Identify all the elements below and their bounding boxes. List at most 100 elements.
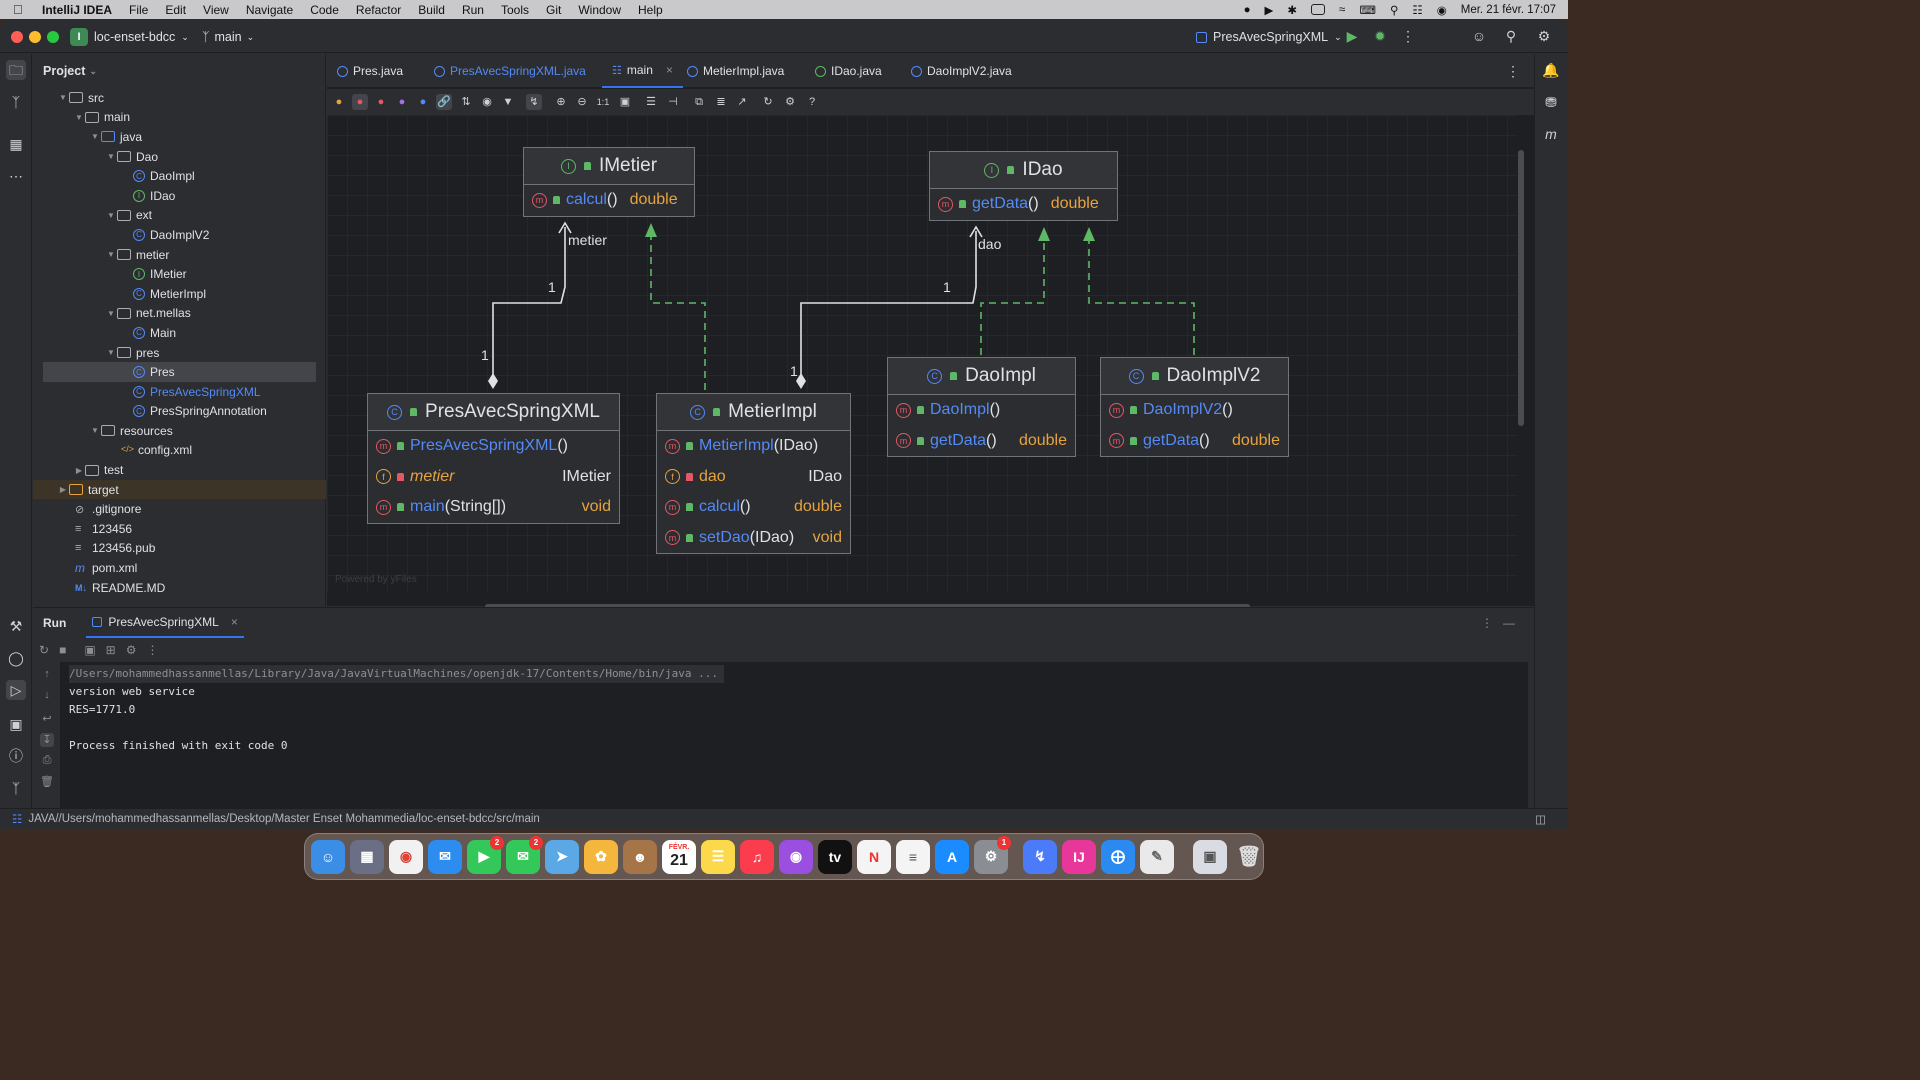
menu-window[interactable]: Window [578, 3, 621, 17]
menu-build[interactable]: Build [418, 3, 445, 17]
node-member-row[interactable]: m MetierImpl (IDao) [657, 431, 850, 462]
tab-metierimpl-java[interactable]: MetierImpl.java [687, 54, 784, 88]
chevron-down-icon[interactable]: ▼ [105, 348, 117, 357]
minimize-window-button[interactable] [29, 31, 41, 43]
close-tab-icon[interactable]: × [231, 615, 238, 629]
tree-item-resources[interactable]: ▼ resources [33, 421, 326, 441]
tree-item-pres[interactable]: ▼ pres [33, 343, 326, 363]
close-tab-icon[interactable]: × [666, 63, 673, 77]
edge-metierimpl-realizes-imetier[interactable] [650, 227, 706, 390]
tree-item-java[interactable]: ▼ java [33, 127, 326, 147]
more-tools-icon[interactable]: ⋯ [6, 166, 26, 186]
more-options-icon[interactable]: ⋮ [146, 643, 158, 657]
layout-hierarchic-icon[interactable]: ☰ [643, 94, 659, 110]
edge-mode-icon[interactable]: ↯ [526, 94, 542, 110]
textedit-icon[interactable]: ✎ [1140, 839, 1174, 874]
battery-icon[interactable] [1311, 4, 1326, 15]
wrap-icon[interactable]: ≣ [713, 94, 729, 110]
inner-classes-filter-icon[interactable]: ● [415, 94, 431, 110]
maps-icon[interactable]: ➤ [545, 839, 579, 874]
console-output[interactable]: /Users/mohammedhassanmellas/Library/Java… [60, 662, 1528, 809]
status-path[interactable]: JAVA//Users/mohammedhassanmellas/Desktop… [28, 813, 540, 825]
chevron-down-icon[interactable]: ▼ [105, 152, 117, 161]
wifi-icon[interactable]: ≈ [1339, 4, 1345, 16]
methods-filter-icon[interactable]: ● [373, 94, 389, 110]
photos-icon[interactable]: ✿ [584, 839, 618, 874]
node-member-row[interactable]: m DaoImplV2() [1101, 395, 1288, 426]
node-member-row[interactable]: m calcul() double [524, 185, 694, 216]
mail-icon[interactable]: ✉ [428, 839, 462, 874]
node-member-row[interactable]: m setDao (IDao) void [657, 523, 850, 554]
stop-icon[interactable]: ■ [59, 643, 66, 657]
safari-icon[interactable]: ⨁ [1101, 839, 1135, 874]
siri-icon[interactable]: ◉ [1437, 3, 1447, 17]
constructors-filter-icon[interactable]: ● [352, 94, 368, 110]
node-member-row[interactable]: m getData() double [930, 189, 1117, 220]
menu-code[interactable]: Code [310, 3, 339, 17]
database-icon[interactable]: ⛃ [1541, 92, 1561, 112]
tree-item-presspringannotation[interactable]: C PresSpringAnnotation [33, 402, 326, 422]
tab-presavecspringxml-java[interactable]: PresAvecSpringXML.java [434, 54, 586, 88]
menu-refactor[interactable]: Refactor [356, 3, 401, 17]
diagram-settings-gear-icon[interactable]: ⚙ [782, 94, 798, 110]
edge-daoimplv2-realizes-idao[interactable] [1088, 231, 1195, 355]
tree-item-main-class[interactable]: C Main [33, 323, 326, 343]
menu-app-name[interactable]: IntelliJ IDEA [42, 3, 112, 17]
tree-item-main[interactable]: ▼ main [33, 108, 326, 128]
help-icon[interactable]: ? [804, 94, 820, 110]
node-member-row[interactable]: f metier IMetier [368, 462, 619, 493]
notes-icon[interactable]: ☰ [701, 839, 735, 874]
lock-icon[interactable]: ◫ [1535, 812, 1546, 826]
refresh-icon[interactable]: ↻ [760, 94, 776, 110]
menu-navigate[interactable]: Navigate [246, 3, 293, 17]
news-icon[interactable]: N [857, 839, 891, 874]
uml-node-metierimpl[interactable]: C MetierImpl m MetierImpl (IDao) f dao IDao m… [656, 393, 851, 554]
node-member-row[interactable]: m getData() double [888, 426, 1075, 457]
actual-size-icon[interactable]: 1:1 [595, 94, 611, 110]
uml-node-idao[interactable]: I IDao m getData() double [929, 151, 1118, 221]
tab-options-icon[interactable]: ⋮ [1505, 63, 1521, 79]
tree-item-daoimplv2[interactable]: C DaoImplV2 [33, 225, 326, 245]
tree-item-123456-pub[interactable]: ≡ 123456.pub [33, 539, 326, 559]
close-window-button[interactable] [11, 31, 23, 43]
minimize-panel-icon[interactable]: — [1503, 616, 1515, 630]
trash-icon[interactable]: 🗑 [40, 775, 54, 789]
build-hammer-icon[interactable]: ⚒ [6, 616, 26, 636]
project-selector[interactable]: I loc-enset-bdcc ⌄ [70, 26, 189, 48]
chevron-down-icon[interactable]: ▼ [89, 426, 101, 435]
problems-icon[interactable]: ⓘ [6, 746, 26, 766]
downloads-folder-icon[interactable]: ▣ [1193, 839, 1227, 874]
tree-item-readme[interactable]: M↓ README.MD [33, 578, 326, 598]
node-member-row[interactable]: m getData() double [1101, 426, 1288, 457]
control-center-icon[interactable]: ☷ [1412, 3, 1422, 17]
zoom-window-button[interactable] [47, 31, 59, 43]
tree-item-metierimpl[interactable]: C MetierImpl [33, 284, 326, 304]
edge-pres-to-imetier[interactable] [492, 227, 566, 381]
sort-icon[interactable]: ⇅ [458, 94, 474, 110]
menu-tools[interactable]: Tools [501, 3, 529, 17]
debug-icon[interactable]: ✹ [1372, 28, 1388, 44]
reminders-icon[interactable]: ≡ [896, 839, 930, 874]
tab-daoimplv2-java[interactable]: DaoImplV2.java [911, 54, 1012, 88]
tree-item-metier[interactable]: ▼ metier [33, 245, 326, 265]
filter-icon[interactable]: ▼ [500, 94, 516, 110]
run-tab-presavecspringxml[interactable]: PresAvecSpringXML × [86, 608, 244, 638]
chevron-down-icon[interactable]: ▼ [105, 250, 117, 259]
tab-pres-java[interactable]: Pres.java [337, 54, 403, 88]
tree-item-test[interactable]: ▶ test [33, 460, 326, 480]
restore-layout-icon[interactable]: ⊞ [106, 643, 116, 657]
camera-icon[interactable]: ▣ [84, 643, 95, 657]
chevron-right-icon[interactable]: ▶ [57, 485, 69, 494]
fields-filter-icon[interactable]: ● [331, 94, 347, 110]
commit-icon[interactable]: ᛉ [6, 92, 26, 112]
print-icon[interactable]: ⎙ [40, 754, 54, 768]
keyboard-icon[interactable]: ⌨ [1359, 3, 1376, 17]
chrome-icon[interactable]: ◉ [389, 839, 423, 874]
intellij-idea-icon[interactable]: IJ [1062, 839, 1096, 874]
node-member-row[interactable]: m main (String[]) void [368, 492, 619, 523]
visibility-eye-icon[interactable]: ◉ [479, 94, 495, 110]
podcasts-icon[interactable]: ◉ [779, 839, 813, 874]
run-icon[interactable]: ▶ [1344, 28, 1360, 44]
tree-item-ext[interactable]: ▼ ext [33, 206, 326, 226]
contacts-icon[interactable]: ☻ [623, 839, 657, 874]
